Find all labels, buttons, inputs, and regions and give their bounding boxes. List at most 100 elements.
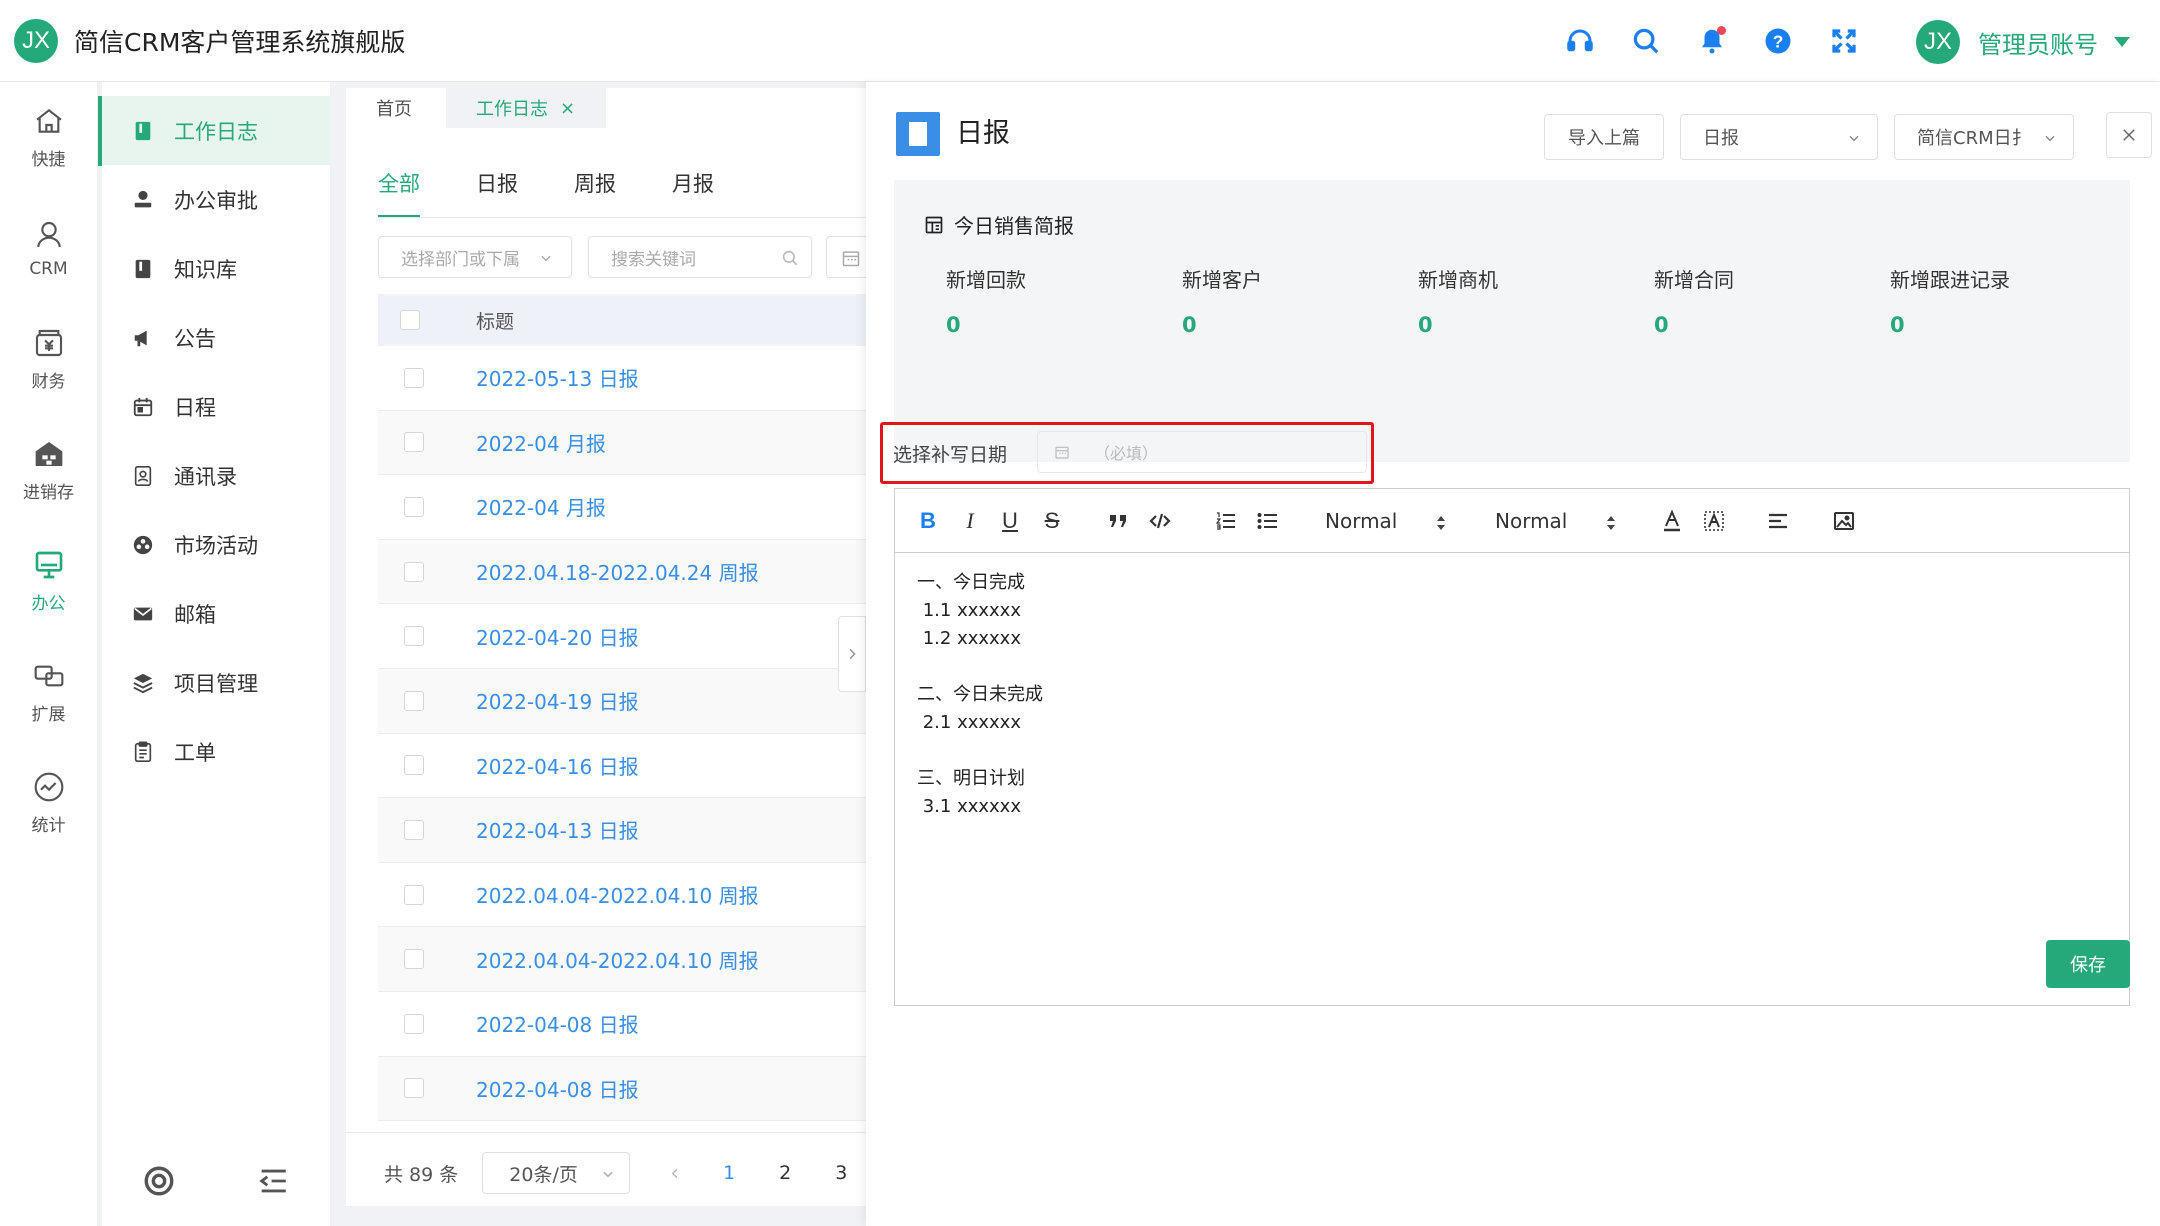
row-title-link[interactable]: 2022.04.04-2022.04.10 周报 [476, 880, 759, 909]
row-checkbox[interactable] [404, 1013, 424, 1034]
template-select[interactable]: 简信CRM日扌 [1894, 114, 2074, 160]
page-3[interactable]: 3 [835, 1162, 847, 1184]
row-checkbox[interactable] [404, 367, 424, 388]
underline-button[interactable]: U [995, 505, 1025, 537]
headset-icon[interactable] [1564, 22, 1596, 60]
image-button[interactable] [1829, 505, 1859, 537]
italic-button[interactable]: I [955, 505, 985, 537]
filter-tab-weekly[interactable]: 周报 [574, 168, 616, 218]
nav-item-inventory[interactable]: 进销存 [0, 415, 97, 526]
search-icon[interactable] [1630, 22, 1662, 60]
code-block-button[interactable] [1145, 505, 1175, 537]
nav-item-office[interactable]: 办公 [0, 526, 97, 637]
fullscreen-icon[interactable] [1828, 22, 1860, 60]
row-title-link[interactable]: 2022.04.04-2022.04.10 周报 [476, 945, 759, 974]
tab-home[interactable]: 首页 [376, 88, 412, 128]
align-left-icon [1769, 513, 1787, 529]
page-size-select[interactable]: 20条/页 [482, 1152, 631, 1194]
row-checkbox[interactable] [404, 690, 424, 711]
save-button[interactable]: 保存 [2046, 940, 2130, 988]
close-button[interactable] [2106, 112, 2152, 158]
search-input[interactable]: 搜索关键词 [588, 236, 812, 278]
sub-item-notice[interactable]: 公告 [102, 303, 330, 372]
close-icon[interactable]: × [560, 98, 575, 119]
row-checkbox[interactable] [404, 819, 424, 840]
row-title-link[interactable]: 2022-04 月报 [476, 492, 606, 521]
row-title-link[interactable]: 2022-04-08 日报 [476, 1074, 639, 1103]
select-all-checkbox[interactable] [400, 310, 420, 330]
filter-tab-daily[interactable]: 日报 [476, 168, 518, 218]
table-row[interactable]: 2022-04-16 日报 [378, 734, 866, 799]
bullet-list-button[interactable] [1253, 505, 1283, 537]
date-filter[interactable] [826, 236, 866, 278]
background-color-button[interactable] [1699, 505, 1729, 537]
table-row[interactable]: 2022.04.18-2022.04.24 周报 [378, 539, 866, 605]
table-row[interactable]: 2022.04.04-2022.04.10 周报 [378, 927, 866, 992]
row-checkbox[interactable] [404, 626, 424, 647]
help-icon[interactable]: ? [1762, 22, 1794, 60]
row-checkbox[interactable] [404, 1078, 424, 1099]
page-1[interactable]: 1 [723, 1162, 735, 1184]
bold-button[interactable]: B [913, 505, 943, 537]
sub-item-knowledge[interactable]: 知识库 [102, 234, 330, 303]
prev-page-button[interactable]: ‹ [670, 1161, 679, 1186]
row-checkbox[interactable] [404, 561, 424, 582]
close-icon [2123, 129, 2135, 141]
nav-item-extend[interactable]: 扩展 [0, 637, 97, 748]
table-row[interactable]: 2022-04-13 日报 [378, 798, 866, 863]
row-title-link[interactable]: 2022-04-16 日报 [476, 751, 639, 780]
row-title-link[interactable]: 2022-04 月报 [476, 428, 606, 457]
ordered-list-button[interactable] [1211, 505, 1241, 537]
sub-item-mailbox[interactable]: 邮箱 [102, 579, 330, 648]
sub-item-projects[interactable]: 项目管理 [102, 648, 330, 717]
row-checkbox[interactable] [404, 884, 424, 905]
row-checkbox[interactable] [404, 432, 424, 453]
sub-item-work-log[interactable]: 工作日志 [102, 96, 330, 165]
tab-work-log[interactable]: 工作日志 × [446, 88, 606, 128]
sub-item-tickets[interactable]: 工单 [102, 717, 330, 786]
row-title-link[interactable]: 2022-04-13 日报 [476, 815, 639, 844]
row-title-link[interactable]: 2022-05-13 日报 [476, 363, 639, 392]
table-row[interactable]: 2022-05-13 日报 [378, 346, 866, 411]
strike-button[interactable]: S [1037, 505, 1067, 537]
import-previous-button[interactable]: 导入上篇 [1544, 114, 1664, 160]
nav-item-crm[interactable]: CRM [0, 193, 97, 304]
sub-item-approval[interactable]: 办公审批 [102, 165, 330, 234]
bell-icon[interactable] [1696, 22, 1728, 60]
report-type-select[interactable]: 日报 [1680, 114, 1878, 160]
user-menu[interactable]: JX 管理员账号 [1916, 20, 2130, 64]
row-title-link[interactable]: 2022-04-19 日报 [476, 686, 639, 715]
sub-item-schedule[interactable]: 日程 [102, 372, 330, 441]
filter-tab-all[interactable]: 全部 [378, 168, 420, 218]
blockquote-button[interactable] [1103, 505, 1133, 537]
align-button[interactable] [1763, 505, 1793, 537]
backfill-date-input[interactable]: （必填） [1037, 431, 1367, 473]
settings-ring-icon[interactable] [142, 1164, 176, 1198]
nav-item-stats[interactable]: 统计 [0, 748, 97, 859]
font-color-button[interactable] [1657, 505, 1687, 537]
table-row[interactable]: 2022-04-08 日报 [378, 1056, 866, 1122]
dept-select[interactable]: 选择部门或下属 [378, 236, 572, 278]
row-checkbox[interactable] [404, 949, 424, 970]
row-title-link[interactable]: 2022-04-20 日报 [476, 622, 639, 651]
row-checkbox[interactable] [404, 755, 424, 776]
editor-content[interactable]: 一、今日完成 1.1 xxxxxx 1.2 xxxxxx 二、今日未完成 2.1… [895, 553, 2129, 837]
table-row[interactable]: 2022-04 月报 [378, 410, 866, 476]
row-title-link[interactable]: 2022.04.18-2022.04.24 周报 [476, 557, 759, 586]
table-row[interactable]: 2022-04-20 日报 [378, 604, 866, 669]
table-row[interactable]: 2022-04-19 日报 [378, 668, 866, 734]
collapse-panel-handle[interactable] [838, 616, 866, 692]
chevron-down-icon [541, 255, 551, 262]
table-row[interactable]: 2022-04 月报 [378, 475, 866, 540]
sub-item-contacts[interactable]: 通讯录 [102, 441, 330, 510]
page-2[interactable]: 2 [779, 1162, 791, 1184]
nav-item-quick[interactable]: 快捷 [0, 82, 97, 193]
row-checkbox[interactable] [404, 496, 424, 517]
row-title-link[interactable]: 2022-04-08 日报 [476, 1009, 639, 1038]
table-row[interactable]: 2022.04.04-2022.04.10 周报 [378, 863, 866, 928]
nav-item-finance[interactable]: 财务 [0, 304, 97, 415]
collapse-menu-icon[interactable] [256, 1164, 290, 1198]
table-row[interactable]: 2022-04-08 日报 [378, 992, 866, 1057]
filter-tab-monthly[interactable]: 月报 [672, 168, 714, 218]
sub-item-marketing[interactable]: 市场活动 [102, 510, 330, 579]
